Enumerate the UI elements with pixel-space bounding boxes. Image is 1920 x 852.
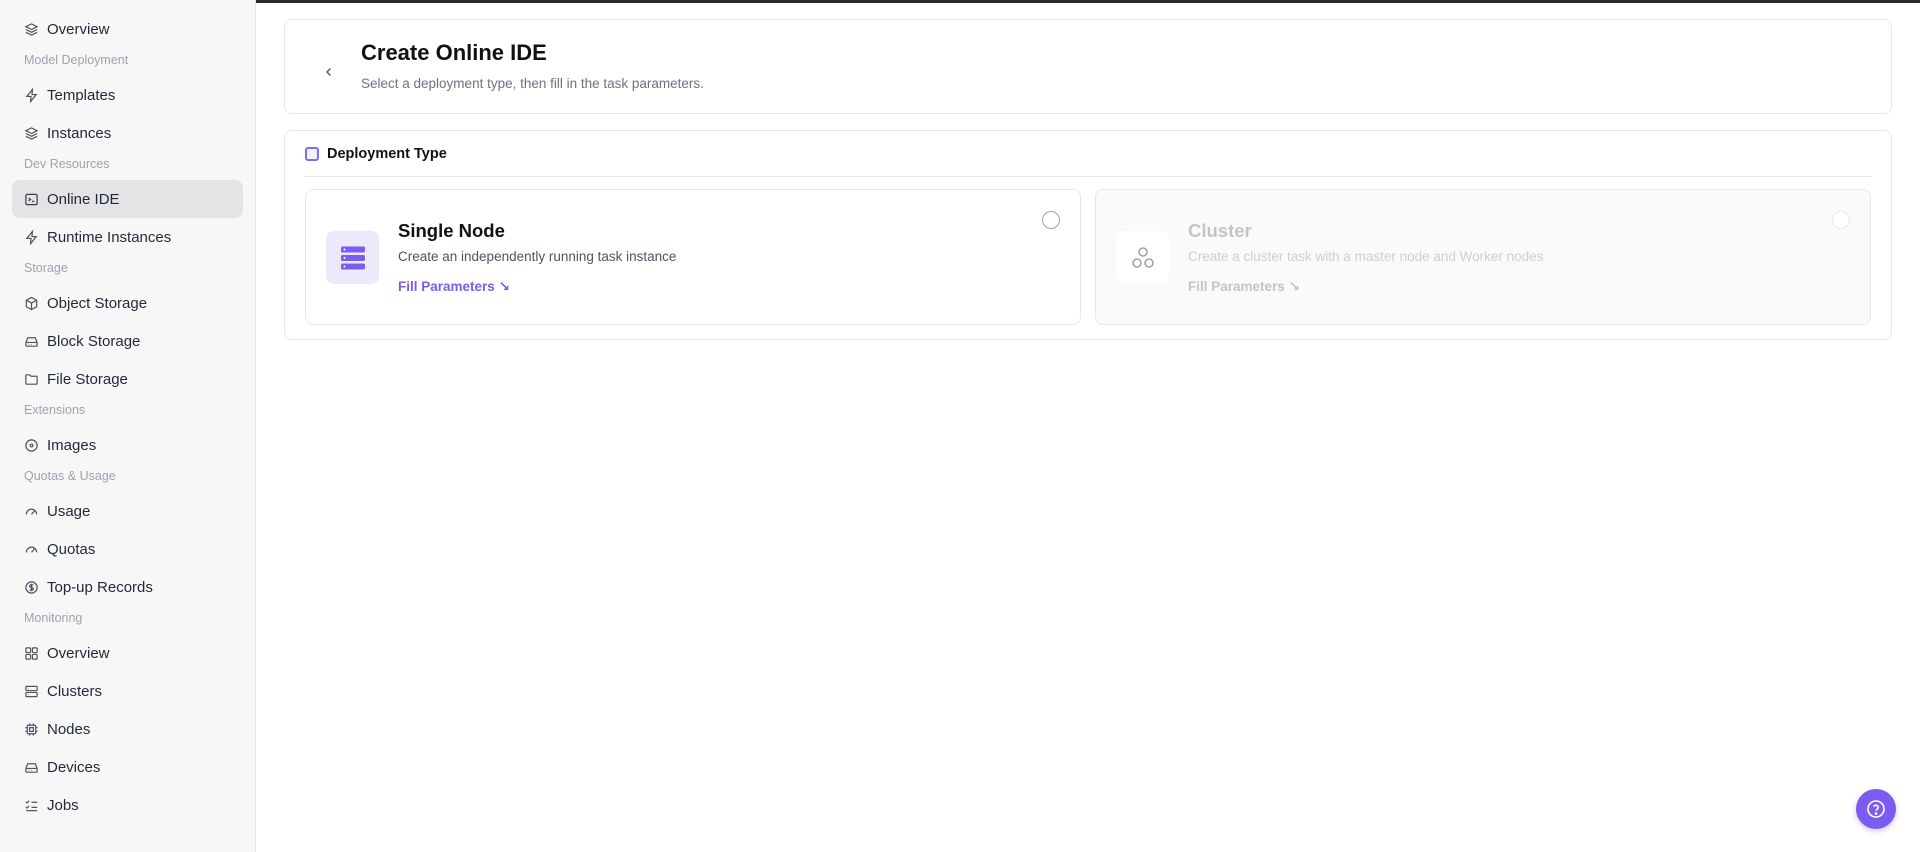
sidebar-item-file-storage[interactable]: File Storage — [12, 360, 243, 398]
chip-icon — [25, 722, 38, 736]
sidebar-section-storage: Storage — [24, 261, 68, 275]
chevron-left-icon — [326, 68, 331, 76]
sidebar-item-label: Usage — [47, 502, 91, 520]
sidebar-item-label: Object Storage — [47, 294, 148, 312]
sidebar-item-label: Overview — [47, 644, 110, 662]
sidebar-item-monitoring-overview[interactable]: Overview — [12, 634, 243, 672]
page-title: Create Online IDE — [361, 40, 547, 65]
sidebar: Overview Model Deployment Templates Inst… — [0, 0, 256, 852]
sidebar-section-model-deployment: Model Deployment — [24, 53, 129, 67]
option-title: Single Node — [398, 220, 505, 241]
deployment-type-header: Deployment Type — [305, 146, 447, 162]
dollar-icon — [25, 580, 38, 594]
sidebar-item-label: Top-up Records — [47, 578, 153, 596]
sidebar-item-devices[interactable]: Devices — [12, 748, 243, 786]
sidebar-item-label: Nodes — [47, 720, 91, 738]
cluster-icon — [1116, 231, 1169, 284]
sidebar-item-label: Images — [47, 436, 97, 454]
sidebar-item-clusters[interactable]: Clusters — [12, 672, 243, 710]
disc-icon — [25, 438, 38, 452]
sidebar-item-overview[interactable]: Overview — [12, 10, 243, 48]
sidebar-item-instances[interactable]: Instances — [12, 114, 243, 152]
sidebar-item-label: Instances — [47, 124, 112, 142]
option-radio[interactable] — [1042, 211, 1060, 229]
sidebar-item-usage[interactable]: Usage — [12, 492, 243, 530]
sidebar-item-label: File Storage — [47, 370, 128, 388]
option-title: Cluster — [1188, 220, 1252, 241]
option-single-node[interactable]: Single Node Create an independently runn… — [305, 189, 1081, 325]
sidebar-section-extensions: Extensions — [24, 403, 86, 417]
sidebar-section-quotas-usage: Quotas & Usage — [24, 469, 116, 483]
server-icon — [25, 685, 38, 697]
sidebar-item-top-up-records[interactable]: Top-up Records — [12, 568, 243, 606]
page-subtitle: Select a deployment type, then fill in t… — [361, 76, 704, 91]
bolt-icon — [25, 87, 38, 103]
window-top-border — [0, 0, 1920, 3]
sidebar-item-nodes[interactable]: Nodes — [12, 710, 243, 748]
sidebar-item-label: Block Storage — [47, 332, 141, 350]
sidebar-item-object-storage[interactable]: Object Storage — [12, 284, 243, 322]
option-cluster: Cluster Create a cluster task with a mas… — [1095, 189, 1871, 325]
sidebar-item-label: Templates — [47, 86, 116, 104]
option-description: Create a cluster task with a master node… — [1188, 249, 1544, 264]
drive-icon — [25, 336, 38, 347]
sidebar-section-dev-resources: Dev Resources — [24, 157, 110, 171]
sidebar-item-block-storage[interactable]: Block Storage — [12, 322, 243, 360]
list-check-icon — [25, 799, 38, 811]
gauge-icon — [25, 508, 38, 515]
deployment-type-title: Deployment Type — [327, 146, 447, 162]
option-description: Create an independently running task ins… — [398, 249, 677, 264]
fill-parameters-link[interactable]: Fill Parameters ↘ — [398, 279, 510, 295]
sidebar-item-label: Clusters — [47, 682, 103, 700]
sidebar-item-quotas[interactable]: Quotas — [12, 530, 243, 568]
divider — [305, 176, 1871, 177]
sidebar-item-jobs[interactable]: Jobs — [12, 786, 243, 824]
help-circle-icon — [1867, 800, 1885, 818]
sidebar-item-online-ide[interactable]: Online IDE — [12, 180, 243, 218]
bolt-icon — [25, 229, 38, 245]
server-stack-icon — [326, 231, 379, 284]
sidebar-item-label: Online IDE — [47, 190, 120, 208]
square-icon — [305, 147, 319, 161]
sidebar-item-images[interactable]: Images — [12, 426, 243, 464]
back-button[interactable] — [321, 64, 337, 80]
option-radio — [1832, 211, 1850, 229]
layers-icon — [24, 22, 39, 36]
sidebar-item-runtime-instances[interactable]: Runtime Instances — [12, 218, 243, 256]
grid-icon — [25, 646, 38, 660]
folder-icon — [25, 373, 38, 385]
fill-parameters-link: Fill Parameters ↘ — [1188, 279, 1300, 294]
page-header: Create Online IDE Select a deployment ty… — [284, 19, 1892, 114]
sidebar-item-label: Quotas — [47, 540, 96, 558]
sidebar-item-label: Overview — [47, 20, 110, 38]
cube-icon — [25, 296, 38, 310]
sidebar-item-templates[interactable]: Templates — [12, 76, 243, 114]
layers-icon — [24, 126, 39, 140]
sidebar-item-label: Jobs — [47, 796, 79, 814]
help-button[interactable] — [1856, 789, 1896, 829]
sidebar-section-monitoring: Monitoring — [24, 611, 83, 625]
terminal-icon — [25, 193, 38, 205]
drive-icon — [25, 762, 38, 773]
gauge-icon — [25, 546, 38, 553]
sidebar-item-label: Runtime Instances — [47, 228, 172, 246]
sidebar-item-label: Devices — [47, 758, 101, 776]
